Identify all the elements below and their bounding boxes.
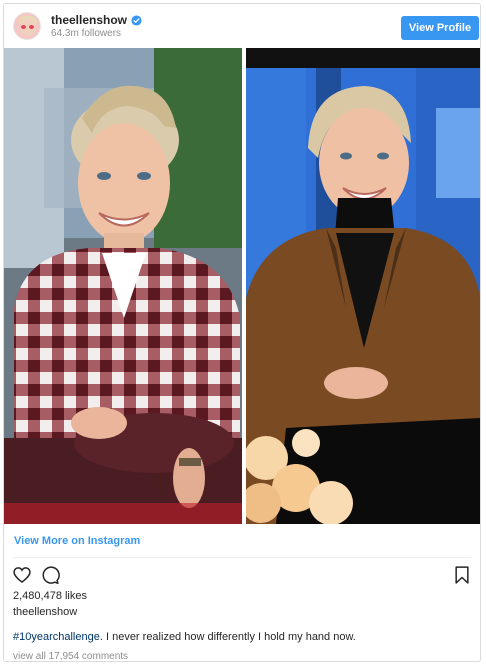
username-row: theellenshow — [51, 13, 142, 27]
view-comments-link[interactable]: view all 17,954 comments — [13, 651, 128, 662]
action-bar — [12, 565, 474, 587]
view-more-link[interactable]: View More on Instagram — [14, 535, 140, 547]
post-image[interactable] — [4, 46, 480, 524]
avatar[interactable] — [13, 12, 41, 40]
divider — [13, 557, 471, 558]
post-owner[interactable]: theellenshow — [13, 606, 77, 618]
username-link[interactable]: theellenshow — [51, 13, 127, 27]
left-photo — [4, 48, 242, 524]
verified-badge-icon — [131, 14, 142, 26]
post-caption: #10yearchallenge. I never realized how d… — [13, 631, 356, 643]
like-count: 2,480,478 likes — [13, 590, 87, 602]
caption-text: . I never realized how differently I hol… — [99, 631, 356, 643]
heart-icon[interactable] — [12, 565, 32, 585]
right-photo — [246, 48, 480, 524]
follower-count: 64.3m followers — [51, 28, 122, 39]
hashtag-link[interactable]: #10yearchallenge — [13, 631, 100, 643]
view-profile-button[interactable]: View Profile — [401, 16, 479, 40]
bookmark-icon[interactable] — [452, 565, 472, 585]
instagram-embed-card: theellenshow 64.3m followers View Profil… — [3, 3, 481, 662]
post-header: theellenshow 64.3m followers View Profil… — [4, 4, 480, 46]
comment-icon[interactable] — [40, 565, 60, 585]
